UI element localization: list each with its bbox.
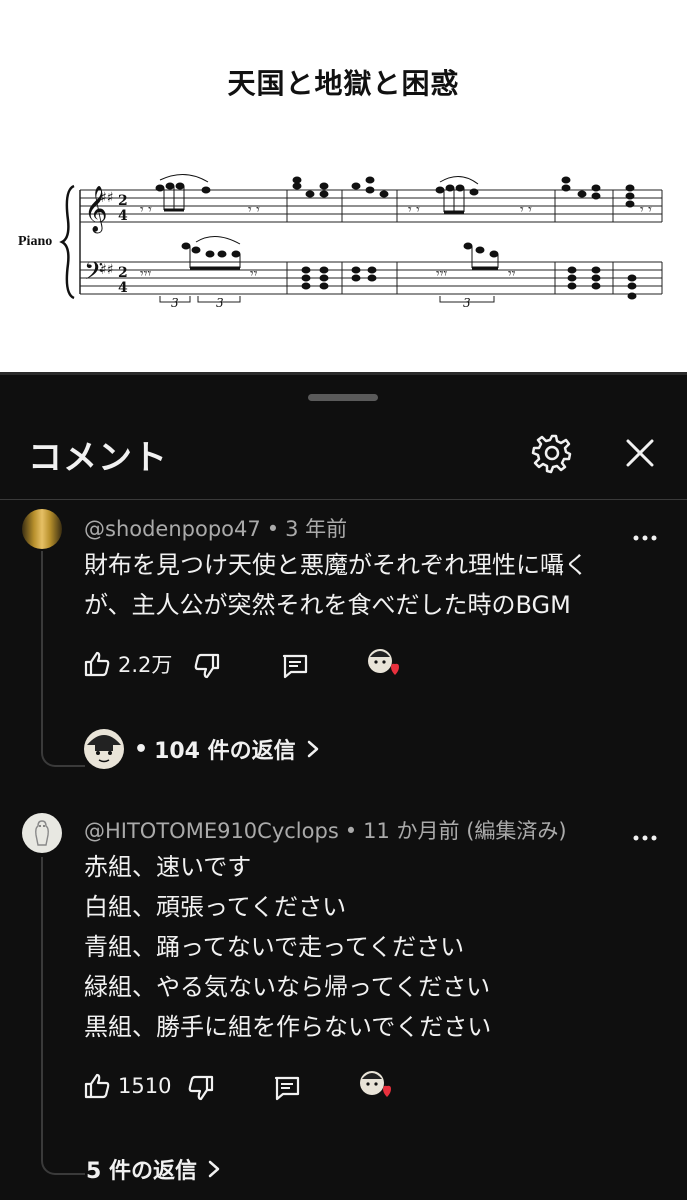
more-options-icon[interactable] bbox=[630, 823, 660, 853]
thread-line bbox=[41, 857, 85, 1175]
view-replies-button[interactable]: 5 件の返信 bbox=[86, 1153, 221, 1185]
thumbs-down-icon bbox=[188, 1075, 214, 1101]
gear-icon bbox=[531, 434, 572, 474]
comment-line: 黒組、勝手に組を作らないでください bbox=[84, 1013, 492, 1041]
avatar-icon bbox=[35, 820, 49, 846]
avatar-icon bbox=[84, 729, 124, 769]
triplet-mark: 3 bbox=[171, 296, 179, 310]
svg-text:𝄾𝄾𝄾: 𝄾𝄾𝄾 bbox=[140, 266, 151, 282]
comments-sheet: コメント @shodenpopo47 • 3 年前 財布を見つけ天使と悪魔がそれぞれ… bbox=[0, 375, 687, 1200]
view-replies-button[interactable]: • 104 件の返信 bbox=[134, 733, 320, 765]
dislike-button[interactable] bbox=[192, 651, 222, 681]
dislike-button[interactable] bbox=[186, 1073, 216, 1103]
thread-line bbox=[41, 551, 85, 767]
thumbs-up-icon bbox=[84, 1073, 110, 1099]
drag-handle[interactable] bbox=[308, 394, 378, 401]
reply-button[interactable] bbox=[280, 651, 310, 681]
creator-heart-icon bbox=[368, 649, 399, 675]
comment-line: 白組、頑張ってください bbox=[84, 893, 347, 921]
comment-meta: @HITOTOME910Cyclops • 11 か月前 (編集済み) bbox=[84, 819, 567, 843]
svg-text:♯♯: ♯♯ bbox=[100, 190, 114, 206]
comment-time: 11 か月前 (編集済み) bbox=[363, 819, 567, 843]
comment-line: 緑組、やる気ないなら帰ってください bbox=[84, 973, 491, 1001]
svg-text:𝄾𝄾: 𝄾𝄾 bbox=[508, 266, 516, 282]
video-player[interactable]: 天国と地獄と困惑 Piano 𝄞 𝄢 ♯♯ ♯♯ 2 4 2 4 𝄾 𝄾 𝄾 𝄾… bbox=[0, 0, 687, 372]
like-button[interactable]: 1510 bbox=[82, 1071, 171, 1101]
reply-icon bbox=[274, 1076, 300, 1101]
svg-text:𝄾 𝄾: 𝄾 𝄾 bbox=[248, 202, 260, 218]
thumbs-down-icon bbox=[194, 653, 220, 679]
svg-text:𝄾 𝄾: 𝄾 𝄾 bbox=[408, 202, 420, 218]
sheet-title: コメント bbox=[28, 438, 168, 478]
creator-heart-icon bbox=[360, 1071, 391, 1097]
score-title: 天国と地獄と困惑 bbox=[227, 67, 460, 100]
svg-text:𝄾𝄾𝄾: 𝄾𝄾𝄾 bbox=[436, 266, 447, 282]
header-divider bbox=[0, 499, 687, 500]
like-button[interactable]: 2.2万 bbox=[82, 649, 172, 679]
like-count: 1510 bbox=[118, 1074, 172, 1098]
comment-body: 赤組、速いです 白組、頑張ってください 青組、踊ってないで走ってください 緑組、… bbox=[84, 847, 491, 1047]
replies-avatar[interactable] bbox=[82, 727, 126, 771]
close-icon bbox=[626, 439, 654, 467]
creator-heart bbox=[356, 1067, 396, 1103]
reply-button[interactable] bbox=[272, 1073, 302, 1103]
replies-count: 5 件の返信 bbox=[86, 1159, 197, 1184]
svg-text:2: 2 bbox=[118, 265, 128, 281]
svg-text:𝄾 𝄾: 𝄾 𝄾 bbox=[640, 202, 652, 218]
comment-line: 財布を見つけ天使と悪魔がそれぞれ理性に囁く bbox=[84, 551, 588, 579]
svg-text:2: 2 bbox=[118, 193, 128, 209]
more-options-icon[interactable] bbox=[630, 523, 660, 553]
settings-button[interactable] bbox=[530, 431, 574, 475]
author-handle[interactable]: @HITOTOME910Cyclops bbox=[84, 819, 339, 843]
svg-text:𝄾 𝄾: 𝄾 𝄾 bbox=[520, 202, 532, 218]
comment-line: が、主人公が突然それを食べだした時のBGM bbox=[84, 591, 571, 619]
like-count: 2.2万 bbox=[118, 653, 173, 677]
svg-text:𝄾𝄾: 𝄾𝄾 bbox=[250, 266, 258, 282]
creator-heart bbox=[364, 645, 404, 681]
svg-text:♯♯: ♯♯ bbox=[100, 262, 114, 278]
triplet-mark: 3 bbox=[216, 296, 224, 310]
chevron-right-icon bbox=[208, 1160, 220, 1178]
svg-text:4: 4 bbox=[118, 208, 128, 224]
comment-body: 財布を見つけ天使と悪魔がそれぞれ理性に囁く が、主人公が突然それを食べだした時の… bbox=[84, 545, 588, 625]
comment-line: 青組、踊ってないで走ってください bbox=[84, 933, 465, 961]
replies-count: 104 件の返信 bbox=[154, 739, 296, 764]
author-handle[interactable]: @shodenpopo47 bbox=[84, 517, 261, 541]
svg-text:𝄾 𝄾: 𝄾 𝄾 bbox=[140, 202, 152, 218]
sheet-music: 𝄞 𝄢 ♯♯ ♯♯ 2 4 2 4 𝄾 𝄾 𝄾 𝄾 𝄾 𝄾 𝄾 𝄾 𝄾 𝄾 𝄾𝄾… bbox=[59, 174, 663, 310]
close-button[interactable] bbox=[618, 431, 662, 475]
replies-dot: • bbox=[134, 736, 149, 762]
comment-line: 赤組、速いです bbox=[84, 853, 252, 881]
svg-text:4: 4 bbox=[118, 280, 128, 296]
reply-icon bbox=[282, 654, 308, 679]
chevron-right-icon bbox=[307, 740, 318, 758]
comment-meta: @shodenpopo47 • 3 年前 bbox=[84, 517, 348, 541]
avatar[interactable] bbox=[22, 509, 62, 549]
avatar[interactable] bbox=[22, 813, 62, 853]
triplet-mark: 3 bbox=[463, 296, 471, 310]
comment-time: 3 年前 bbox=[285, 517, 348, 541]
thumbs-up-icon bbox=[84, 651, 110, 677]
